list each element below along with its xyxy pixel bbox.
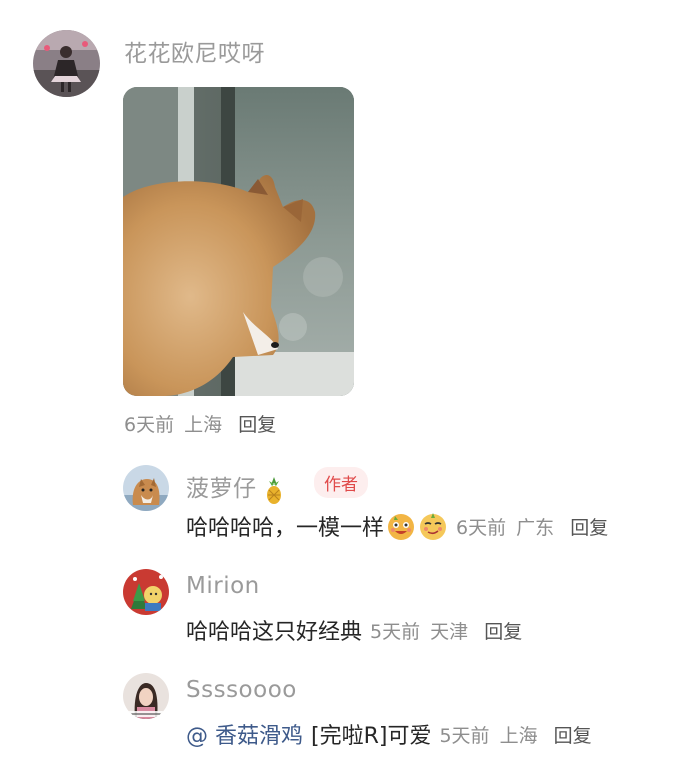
avatar-ssssoooo[interactable]: [123, 673, 169, 719]
reply-button[interactable]: 回复: [554, 725, 592, 747]
reply-content: 哈哈哈这只好经典 5天前 天津 回复: [186, 614, 526, 646]
pineapple-icon: [261, 475, 287, 505]
sticker-text: [完啦R]可爱: [311, 724, 432, 749]
mention-link[interactable]: @ 香菇滑鸡: [186, 718, 303, 750]
avatar-mirion[interactable]: [123, 569, 169, 615]
reply-text: 哈哈哈这只好经典: [186, 620, 363, 645]
reply-location: 天津: [430, 620, 469, 643]
avatar-boluozai[interactable]: [123, 465, 169, 511]
comment-username[interactable]: 花花欧尼哎呀: [124, 34, 265, 68]
reply-meta: 5天前 天津 回复: [370, 617, 526, 644]
reply-location: 上海: [499, 724, 538, 747]
reply-meta: 5天前 上海 回复: [439, 721, 595, 748]
reply-meta: 6天前 广东 回复: [456, 513, 612, 540]
sly-face-sticker: [418, 511, 448, 541]
avatar-huahua[interactable]: [33, 30, 100, 97]
reply-username-text[interactable]: 菠萝仔: [186, 476, 257, 502]
reply-time: 5天前: [439, 724, 490, 747]
reply-location: 广东: [516, 516, 555, 539]
reply-content: 哈哈哈哈，一模一样 6天前 广东 回复: [186, 510, 612, 542]
reply-button[interactable]: 回复: [484, 621, 522, 643]
reply-button[interactable]: 回复: [570, 517, 608, 539]
reply-username: 菠萝仔: [186, 469, 287, 505]
comment-meta: 6天前 上海 回复: [124, 410, 280, 437]
reply-text: 哈哈哈哈，一模一样: [186, 516, 385, 541]
reply-username[interactable]: Ssssoooo: [186, 677, 297, 703]
comment-thread: 花花欧尼哎呀 6天前 上海 回复 菠萝仔 作者 哈哈哈哈，一模一样 6天前 广东…: [0, 0, 690, 765]
reply-content: @ 香菇滑鸡 [完啦R]可爱 5天前 上海 回复: [186, 718, 596, 750]
comment-location: 上海: [184, 414, 223, 436]
author-badge: 作者: [314, 467, 368, 498]
comment-photo[interactable]: [123, 87, 354, 396]
smiling-face-sticker: [386, 511, 416, 541]
comment-time: 6天前: [124, 414, 175, 436]
reply-time: 5天前: [370, 620, 421, 643]
reply-username[interactable]: Mirion: [186, 573, 260, 599]
reply-button[interactable]: 回复: [238, 414, 276, 436]
reply-time: 6天前: [456, 516, 507, 539]
